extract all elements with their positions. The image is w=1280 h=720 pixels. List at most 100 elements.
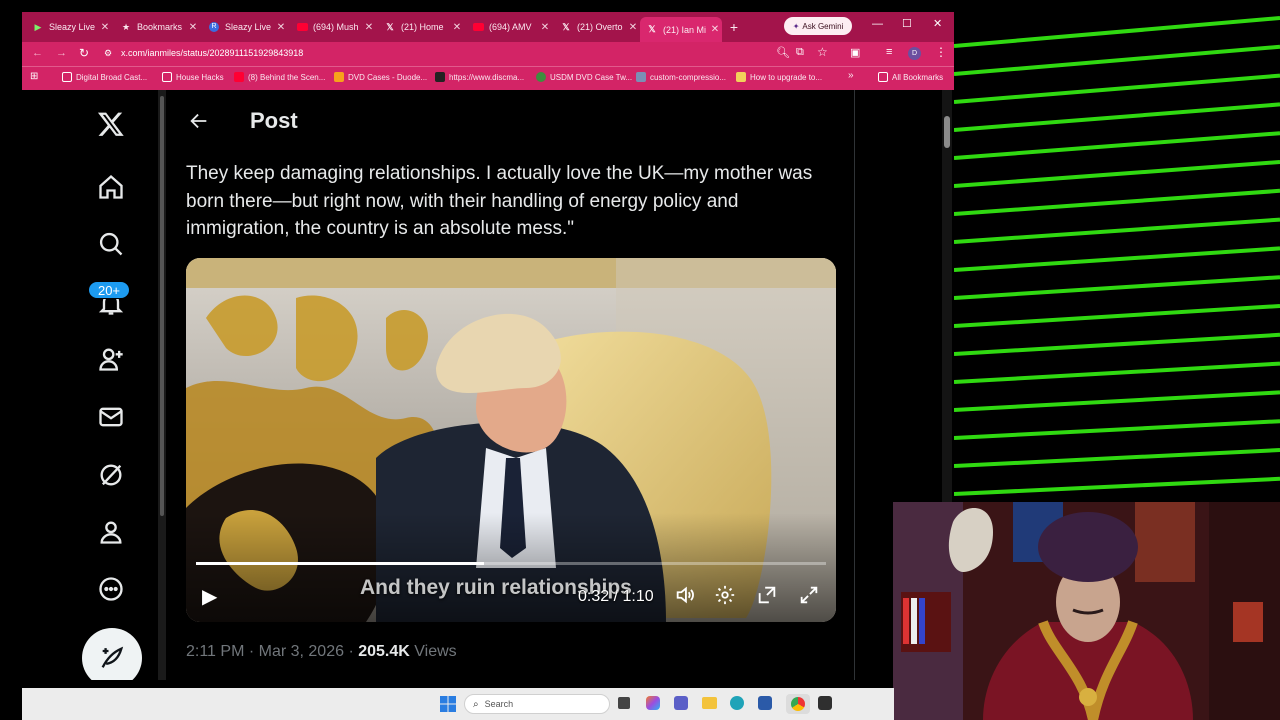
home-icon[interactable] (96, 172, 126, 202)
green-stripe (954, 217, 1280, 244)
tab-youtube-amv[interactable]: (694) AMV ✕ (466, 16, 552, 38)
back-button[interactable] (188, 110, 212, 134)
tab-youtube-mush[interactable]: (694) Mush ✕ (290, 16, 376, 38)
new-tab-button[interactable]: + (724, 16, 744, 38)
bookmarks-overflow-button[interactable]: » (848, 70, 854, 81)
video-player[interactable]: And they ruin relationships ▶ 0:32 / 1:1… (186, 258, 836, 622)
green-stripe (954, 160, 1280, 188)
close-window-button[interactable]: ✕ (933, 17, 942, 30)
green-stripe (954, 73, 1280, 104)
bookmark-item[interactable]: DVD Cases - Duode... (334, 72, 427, 82)
settings-button[interactable] (714, 584, 738, 608)
teams-icon[interactable] (674, 696, 688, 710)
messages-icon[interactable] (96, 402, 126, 432)
bookmark-item[interactable]: How to upgrade to... (736, 72, 822, 82)
video-progress-track[interactable] (196, 562, 826, 565)
follow-icon[interactable] (96, 344, 126, 374)
x-logo-icon: 𝕏 (386, 21, 394, 32)
play-button[interactable]: ▶ (202, 584, 217, 609)
apps-grid-icon[interactable]: ⊞ (30, 71, 38, 82)
tab-x-home[interactable]: 𝕏 (21) Home ✕ (378, 16, 464, 38)
bookmark-item[interactable]: Digital Broad Cast... (62, 72, 147, 82)
play-icon: ▶ (34, 21, 42, 32)
tab-sleazy-live-2[interactable]: R Sleazy Live ✕ (202, 16, 288, 38)
x-logo-icon[interactable] (96, 109, 126, 139)
green-stripe (954, 476, 1280, 496)
search-icon: ⌕ (473, 698, 479, 710)
green-stripe (954, 246, 1280, 272)
taskbar-search-box[interactable]: ⌕ Search (464, 694, 610, 714)
video-frame (186, 258, 836, 622)
profile-avatar[interactable]: D (908, 47, 921, 60)
play-icon: ▶ (202, 586, 218, 608)
webcam-frame (893, 502, 1280, 720)
feather-plus-icon (101, 646, 124, 668)
close-icon[interactable]: ✕ (98, 22, 112, 33)
profile-icon[interactable] (96, 517, 126, 547)
file-explorer-icon[interactable] (702, 697, 717, 709)
youtube-icon (234, 72, 244, 82)
all-bookmarks-folder[interactable]: All Bookmarks (878, 72, 943, 82)
tab-x-overton[interactable]: 𝕏 (21) Overto ✕ (554, 16, 640, 38)
zoom-icon[interactable]: 🔍︎ (776, 46, 790, 59)
close-icon[interactable]: ✕ (626, 22, 640, 33)
chrome-taskbar-button[interactable] (786, 694, 810, 714)
pip-button[interactable] (756, 584, 780, 608)
bookmark-star-icon[interactable]: ☆ (817, 45, 828, 59)
volume-button[interactable] (674, 584, 698, 608)
bookmark-item[interactable]: USDM DVD Case Tw... (536, 72, 632, 82)
green-stripe (954, 44, 1280, 76)
close-icon[interactable]: ✕ (362, 22, 376, 33)
bookmark-item[interactable]: custom-compressio... (636, 72, 726, 82)
site-icon (536, 72, 546, 82)
install-icon[interactable]: ⧉ (796, 46, 804, 59)
r-icon: R (208, 21, 220, 33)
ask-gemini-button[interactable]: ✦ Ask Gemini (784, 17, 852, 35)
browser-tab-bar: ▶ Sleazy Live ✕ ★ Bookmarks ✕ R Sleazy L… (22, 12, 954, 42)
bookmark-item[interactable]: House Hacks (162, 72, 224, 82)
minimize-button[interactable]: — (872, 18, 883, 30)
folder-icon (162, 72, 172, 82)
edge-icon[interactable] (730, 696, 744, 710)
windows-start-icon[interactable] (440, 696, 456, 712)
more-icon[interactable] (96, 574, 126, 604)
task-view-icon[interactable] (618, 697, 630, 709)
tab-sleazy-live-1[interactable]: ▶ Sleazy Live ✕ (26, 16, 112, 38)
bookmark-item[interactable]: (8) Behind the Scen... (234, 72, 325, 82)
green-stripe (954, 361, 1280, 384)
site-info-icon[interactable]: ⚙ (104, 48, 112, 59)
close-icon[interactable]: ✕ (186, 22, 200, 33)
picture-in-picture-icon (758, 586, 776, 604)
media-icon[interactable]: ≡ (886, 46, 892, 58)
close-icon[interactable]: ✕ (708, 24, 722, 35)
tab-x-ian-miles[interactable]: 𝕏 (21) Ian Mi ✕ (640, 17, 722, 42)
url-field[interactable]: x.com/ianmiles/status/202891115192984391… (121, 48, 303, 58)
folder-icon (878, 72, 888, 82)
left-black-strip (0, 12, 22, 720)
menu-icon[interactable]: ⋮ (935, 45, 947, 59)
fullscreen-button[interactable] (798, 584, 822, 608)
page-scroll-thumb[interactable] (944, 116, 950, 148)
green-stripe (954, 275, 1280, 300)
compose-post-button[interactable] (82, 628, 142, 680)
forward-icon[interactable]: → (56, 47, 67, 59)
folder-icon (62, 72, 72, 82)
close-icon[interactable]: ✕ (450, 22, 464, 33)
reload-icon[interactable]: ↻ (79, 46, 89, 60)
back-icon[interactable]: ← (32, 47, 43, 59)
maximize-button[interactable]: ☐ (902, 17, 912, 30)
search-icon[interactable] (96, 229, 126, 259)
close-icon[interactable]: ✕ (274, 22, 288, 33)
volume-icon (676, 586, 694, 604)
bookmark-item[interactable]: https://www.discma... (435, 72, 524, 82)
site-icon (435, 72, 445, 82)
nav-scroll-thumb[interactable] (160, 96, 164, 516)
tab-search-icon[interactable]: ▣ (850, 46, 860, 59)
tab-bookmarks[interactable]: ★ Bookmarks ✕ (114, 16, 200, 38)
copilot-icon[interactable] (646, 696, 660, 710)
green-stripe (954, 448, 1280, 468)
app-icon[interactable] (818, 696, 832, 710)
close-icon[interactable]: ✕ (538, 22, 552, 33)
grok-icon[interactable] (96, 460, 126, 490)
store-icon[interactable] (758, 696, 772, 710)
